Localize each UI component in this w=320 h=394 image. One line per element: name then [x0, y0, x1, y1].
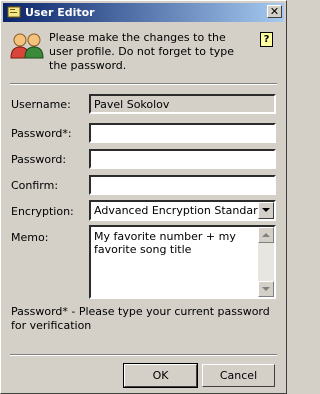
memo-scrollbar[interactable]: [258, 227, 274, 297]
confirm-field[interactable]: [89, 175, 276, 195]
password-field[interactable]: [89, 149, 276, 169]
scroll-up-button[interactable]: [258, 227, 274, 243]
encryption-select[interactable]: Advanced Encryption Standart: [89, 200, 276, 221]
cancel-button[interactable]: Cancel: [202, 364, 275, 387]
user-editor-window: User Editor ✕ Please make the changes to…: [0, 0, 287, 394]
current-password-field[interactable]: [89, 123, 276, 143]
encryption-value: Advanced Encryption Standart: [94, 204, 262, 217]
encryption-label: Encryption:: [11, 205, 74, 218]
close-button[interactable]: ✕: [267, 5, 282, 18]
memo-label: Memo:: [11, 231, 49, 244]
ok-button[interactable]: OK: [123, 363, 198, 388]
scroll-down-button[interactable]: [258, 281, 274, 297]
chevron-up-icon: [262, 233, 270, 237]
memo-text: My favorite number + my favorite song ti…: [94, 230, 236, 256]
confirm-label: Confirm:: [11, 179, 59, 192]
intro-text: Please make the changes to the user prof…: [49, 31, 235, 72]
username-field[interactable]: [89, 94, 276, 114]
current-password-label: Password*:: [11, 127, 72, 140]
password-label: Password:: [11, 153, 67, 166]
editor-icon: [7, 6, 21, 18]
bottom-divider: [10, 354, 277, 356]
chevron-down-icon: [262, 208, 270, 212]
password-note: Password* - Please type your current pas…: [11, 305, 270, 332]
window-title: User Editor: [25, 6, 95, 19]
username-label: Username:: [11, 98, 71, 111]
title-bar[interactable]: User Editor ✕: [3, 3, 284, 22]
memo-field[interactable]: My favorite number + my favorite song ti…: [89, 225, 276, 299]
dropdown-button[interactable]: [258, 202, 274, 219]
chevron-down-icon: [262, 287, 270, 291]
users-icon: [10, 33, 44, 59]
help-icon[interactable]: ?: [260, 32, 273, 47]
top-divider: [10, 83, 277, 85]
close-icon: ✕: [269, 5, 280, 18]
